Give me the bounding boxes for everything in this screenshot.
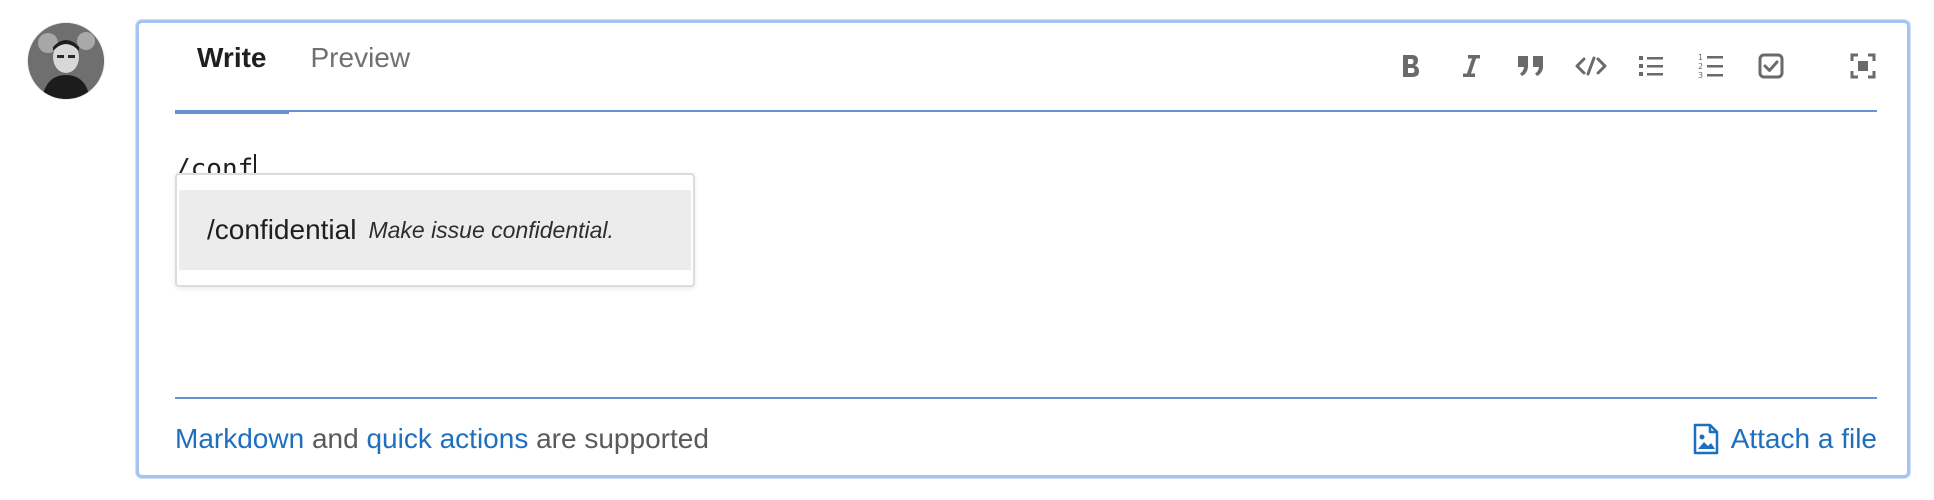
attach-file-button[interactable]: Attach a file (1693, 423, 1877, 455)
fullscreen-icon (1850, 53, 1876, 79)
supported-text: are supported (528, 423, 709, 454)
autocomplete-command: /confidential (207, 214, 357, 245)
italic-icon (1463, 55, 1480, 77)
editor-footer: Markdown and quick actions are supported… (175, 411, 1877, 467)
bullet-list-icon (1639, 56, 1663, 76)
checklist-icon (1758, 53, 1784, 79)
svg-text:2: 2 (1698, 62, 1703, 71)
fullscreen-button[interactable] (1833, 41, 1893, 91)
and-text: and (304, 423, 367, 454)
footer-divider (175, 397, 1877, 399)
bold-button[interactable] (1381, 41, 1441, 91)
autocomplete-description: Make issue confidential. (368, 216, 614, 243)
numbered-list-icon: 1 2 3 (1698, 53, 1723, 80)
autocomplete-item[interactable]: /confidential Make issue confidential. (179, 190, 691, 270)
checklist-button[interactable] (1741, 41, 1801, 91)
markdown-toolbar: 1 2 3 (1381, 41, 1907, 91)
svg-text:1: 1 (1698, 53, 1703, 62)
image-file-icon (1693, 423, 1718, 455)
code-button[interactable] (1561, 41, 1621, 91)
bullet-list-button[interactable] (1621, 41, 1681, 91)
avatar[interactable] (28, 23, 104, 99)
tab-write[interactable]: Write (175, 23, 289, 114)
tab-preview[interactable]: Preview (289, 23, 433, 111)
comment-editor: Write Preview 1 2 3 /conf /confidential … (136, 20, 1910, 478)
attach-file-label: Attach a file (1730, 423, 1877, 454)
quick-action-autocomplete: /confidential Make issue confidential. (175, 173, 695, 287)
svg-text:3: 3 (1698, 71, 1703, 80)
quote-icon (1518, 56, 1543, 76)
editor-tabs: Write Preview (175, 23, 433, 114)
quote-button[interactable] (1501, 41, 1561, 91)
code-icon (1575, 56, 1607, 76)
markdown-hint: Markdown and quick actions are supported (175, 423, 709, 455)
quick-actions-link[interactable]: quick actions (366, 423, 528, 454)
numbered-list-button[interactable]: 1 2 3 (1681, 41, 1741, 91)
markdown-link[interactable]: Markdown (175, 423, 304, 454)
italic-button[interactable] (1441, 41, 1501, 91)
bold-icon (1403, 55, 1419, 77)
